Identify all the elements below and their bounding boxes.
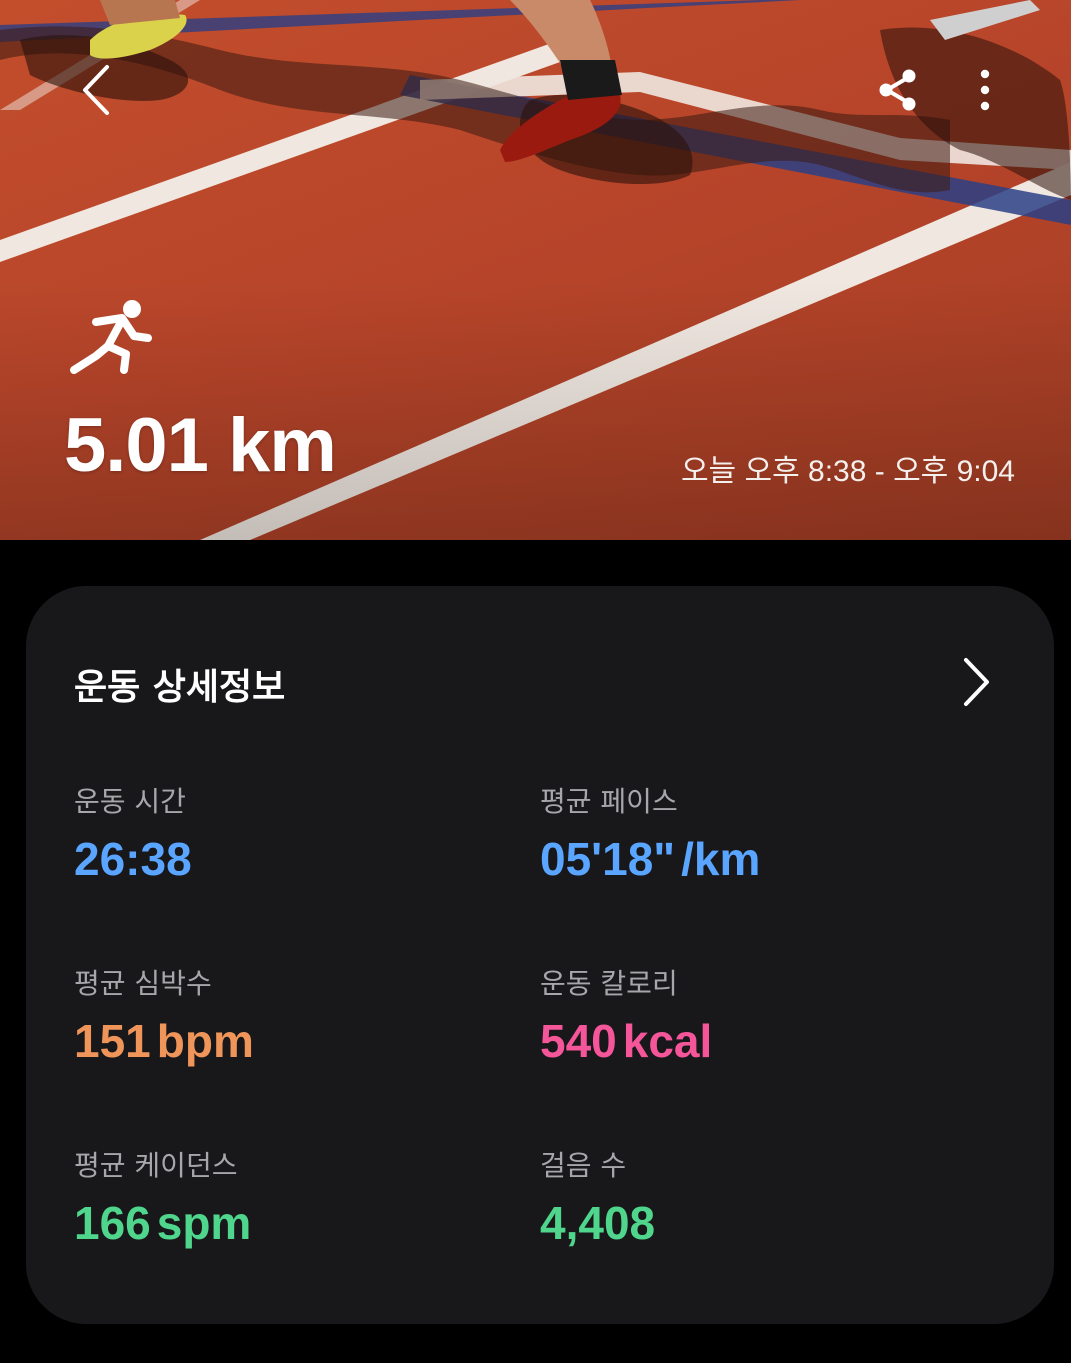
stat-unit: /km: [681, 833, 761, 885]
distance-value: 5.01 km: [64, 403, 337, 488]
back-button[interactable]: [66, 58, 126, 122]
stat-label: 평균 심박수: [74, 967, 212, 1000]
stat-number: 4,408: [540, 1197, 656, 1249]
workout-details-card: 운동 상세정보 운동 시간 26:38 평균 페이스 05'18"/km 평균 …: [26, 586, 1054, 1324]
stat-value: 166 spm: [74, 1196, 251, 1250]
stat-value: 151 bpm: [74, 1014, 254, 1068]
stat-label: 운동 칼로리: [540, 967, 678, 1000]
details-title: 운동 상세정보: [74, 667, 286, 708]
running-icon: [70, 300, 152, 374]
stat-average-heart-rate: 평균 심박수 151 bpm: [74, 962, 254, 1068]
stat-calories: 운동 칼로리 540 kcal: [540, 962, 712, 1068]
stat-value: 26:38: [74, 832, 192, 886]
more-vertical-icon: [980, 69, 990, 111]
details-open-button[interactable]: [952, 652, 1000, 712]
stat-average-cadence: 평균 케이던스 166 spm: [74, 1144, 251, 1250]
stat-workout-time: 운동 시간 26:38: [74, 780, 192, 886]
stat-number: 166: [74, 1197, 151, 1249]
stat-steps: 걸음 수 4,408: [540, 1144, 655, 1250]
chevron-right-icon: [964, 658, 989, 706]
more-options-button[interactable]: [958, 62, 1012, 118]
stat-label: 평균 케이던스: [74, 1149, 238, 1182]
workout-time-range: 오늘 오후 8:38 - 오후 9:04: [680, 455, 1015, 488]
stat-number: 540: [540, 1015, 617, 1067]
stat-label: 걸음 수: [540, 1149, 627, 1182]
share-icon: [879, 69, 916, 111]
stat-value: 4,408: [540, 1196, 655, 1250]
stat-number: 26:38: [74, 833, 192, 885]
stat-label: 평균 페이스: [540, 785, 678, 818]
share-button[interactable]: [868, 62, 928, 118]
chevron-left-icon: [83, 65, 109, 115]
hero-banner: 5.01 km 오늘 오후 8:38 - 오후 9:04: [0, 0, 1071, 540]
stat-number: 05'18": [540, 833, 676, 885]
stat-label: 운동 시간: [74, 785, 186, 818]
stat-value: 540 kcal: [540, 1014, 712, 1068]
stat-unit: kcal: [622, 1015, 713, 1067]
stat-unit: bpm: [156, 1015, 254, 1067]
stat-average-pace: 평균 페이스 05'18"/km: [540, 780, 760, 886]
stat-number: 151: [74, 1015, 151, 1067]
stat-unit: spm: [156, 1197, 252, 1249]
stat-value: 05'18"/km: [540, 832, 760, 886]
